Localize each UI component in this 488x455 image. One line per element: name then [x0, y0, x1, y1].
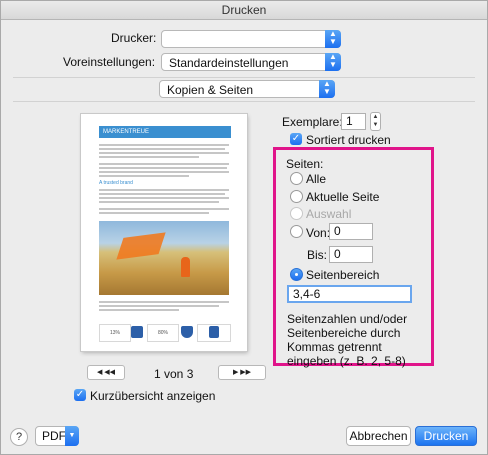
to-input[interactable]: 0 [329, 246, 373, 263]
page-range-label: Seitenbereich [306, 268, 380, 282]
printer-popup[interactable]: ▲ ▼ [161, 30, 341, 48]
pdf-menu-button[interactable]: PDF ▼ [35, 426, 79, 446]
chevron-down-icon: ▼ [65, 426, 79, 446]
preview-doc-title: MARKENTREUE [99, 126, 231, 138]
popup-arrows-icon: ▲ ▼ [325, 30, 341, 48]
page-preview: MARKENTREUE A trusted brand 13% 80% [81, 114, 247, 351]
separator [13, 101, 475, 102]
text-line [99, 175, 189, 177]
section-value: Kopien & Seiten [167, 83, 254, 97]
next-page-buttons[interactable]: ▶ ▶▶ [218, 365, 266, 380]
thumbnails-checkbox[interactable]: ✓ [74, 389, 86, 401]
text-line [99, 193, 225, 195]
text-line [99, 148, 225, 150]
radio-page-range[interactable] [290, 268, 303, 281]
radio-selection[interactable] [290, 207, 303, 220]
text-line [99, 144, 229, 146]
from-input[interactable]: 0 [329, 223, 373, 240]
text-line [99, 305, 219, 307]
text-line [99, 189, 229, 191]
to-label: Bis: [307, 248, 328, 262]
text-line [99, 197, 229, 199]
title-bar: Drucken [1, 1, 487, 20]
popup-arrows-icon: ▲ ▼ [319, 80, 335, 98]
text-line [99, 156, 199, 158]
separator [13, 77, 475, 78]
radio-from[interactable] [290, 225, 303, 238]
radio-current-page-label: Aktuelle Seite [306, 190, 380, 204]
heart-icon [181, 326, 193, 338]
collate-label: Sortiert drucken [306, 133, 391, 147]
page-range-hint: Seitenzahlen und/oder Seitenbereiche dur… [287, 312, 408, 368]
person-shape [181, 257, 190, 277]
copies-label: Exemplare: [282, 115, 343, 129]
text-line [99, 163, 229, 165]
from-label: Von: [306, 226, 331, 240]
page-range-input[interactable]: 3,4-6 [287, 285, 412, 303]
help-icon[interactable]: ? [10, 428, 28, 446]
cancel-button[interactable]: Abbrechen [346, 426, 411, 446]
text-line [99, 309, 179, 311]
kite-shape [116, 232, 166, 260]
thumbnails-label: Kurzübersicht anzeigen [90, 389, 216, 403]
radio-selection-label: Auswahl [306, 207, 352, 221]
preview-photo [99, 221, 229, 295]
text-line [99, 201, 219, 203]
text-line [99, 167, 227, 169]
collate-checkbox[interactable]: ✓ [290, 133, 302, 145]
preview-stat: 80% [147, 324, 179, 342]
prev-page-buttons[interactable]: ◀ ◀◀ [87, 365, 125, 380]
text-line [99, 152, 229, 154]
radio-all[interactable] [290, 172, 303, 185]
radio-current-page[interactable] [290, 190, 303, 203]
preview-stat: 13% [99, 324, 131, 342]
document-icon [209, 326, 219, 338]
print-button[interactable]: Drucken [415, 426, 477, 446]
text-line [99, 301, 229, 303]
euro-icon [131, 326, 143, 338]
text-line [99, 208, 229, 210]
radio-all-label: Alle [306, 172, 327, 186]
presets-label: Voreinstellungen: [63, 55, 156, 69]
presets-popup[interactable]: Standardeinstellungen ▲ ▼ [161, 53, 341, 71]
copies-input[interactable]: 1 [341, 113, 366, 130]
preview-subheading: A trusted brand [99, 180, 133, 186]
section-popup[interactable]: Kopien & Seiten ▲ ▼ [159, 80, 335, 98]
pdf-label: PDF [42, 429, 66, 443]
text-line [99, 171, 229, 173]
presets-value: Standardeinstellungen [169, 56, 289, 70]
window-title: Drucken [221, 3, 267, 17]
printer-label: Drucker: [111, 31, 157, 45]
print-dialog: Drucken Drucker: ▲ ▼ Voreinstellungen: St… [0, 0, 488, 455]
copies-stepper[interactable]: ▲ ▼ [370, 112, 381, 131]
popup-arrows-icon: ▲ ▼ [325, 53, 341, 71]
pages-heading: Seiten: [286, 157, 324, 171]
text-line [99, 212, 209, 214]
page-indicator: 1 von 3 [154, 367, 194, 381]
